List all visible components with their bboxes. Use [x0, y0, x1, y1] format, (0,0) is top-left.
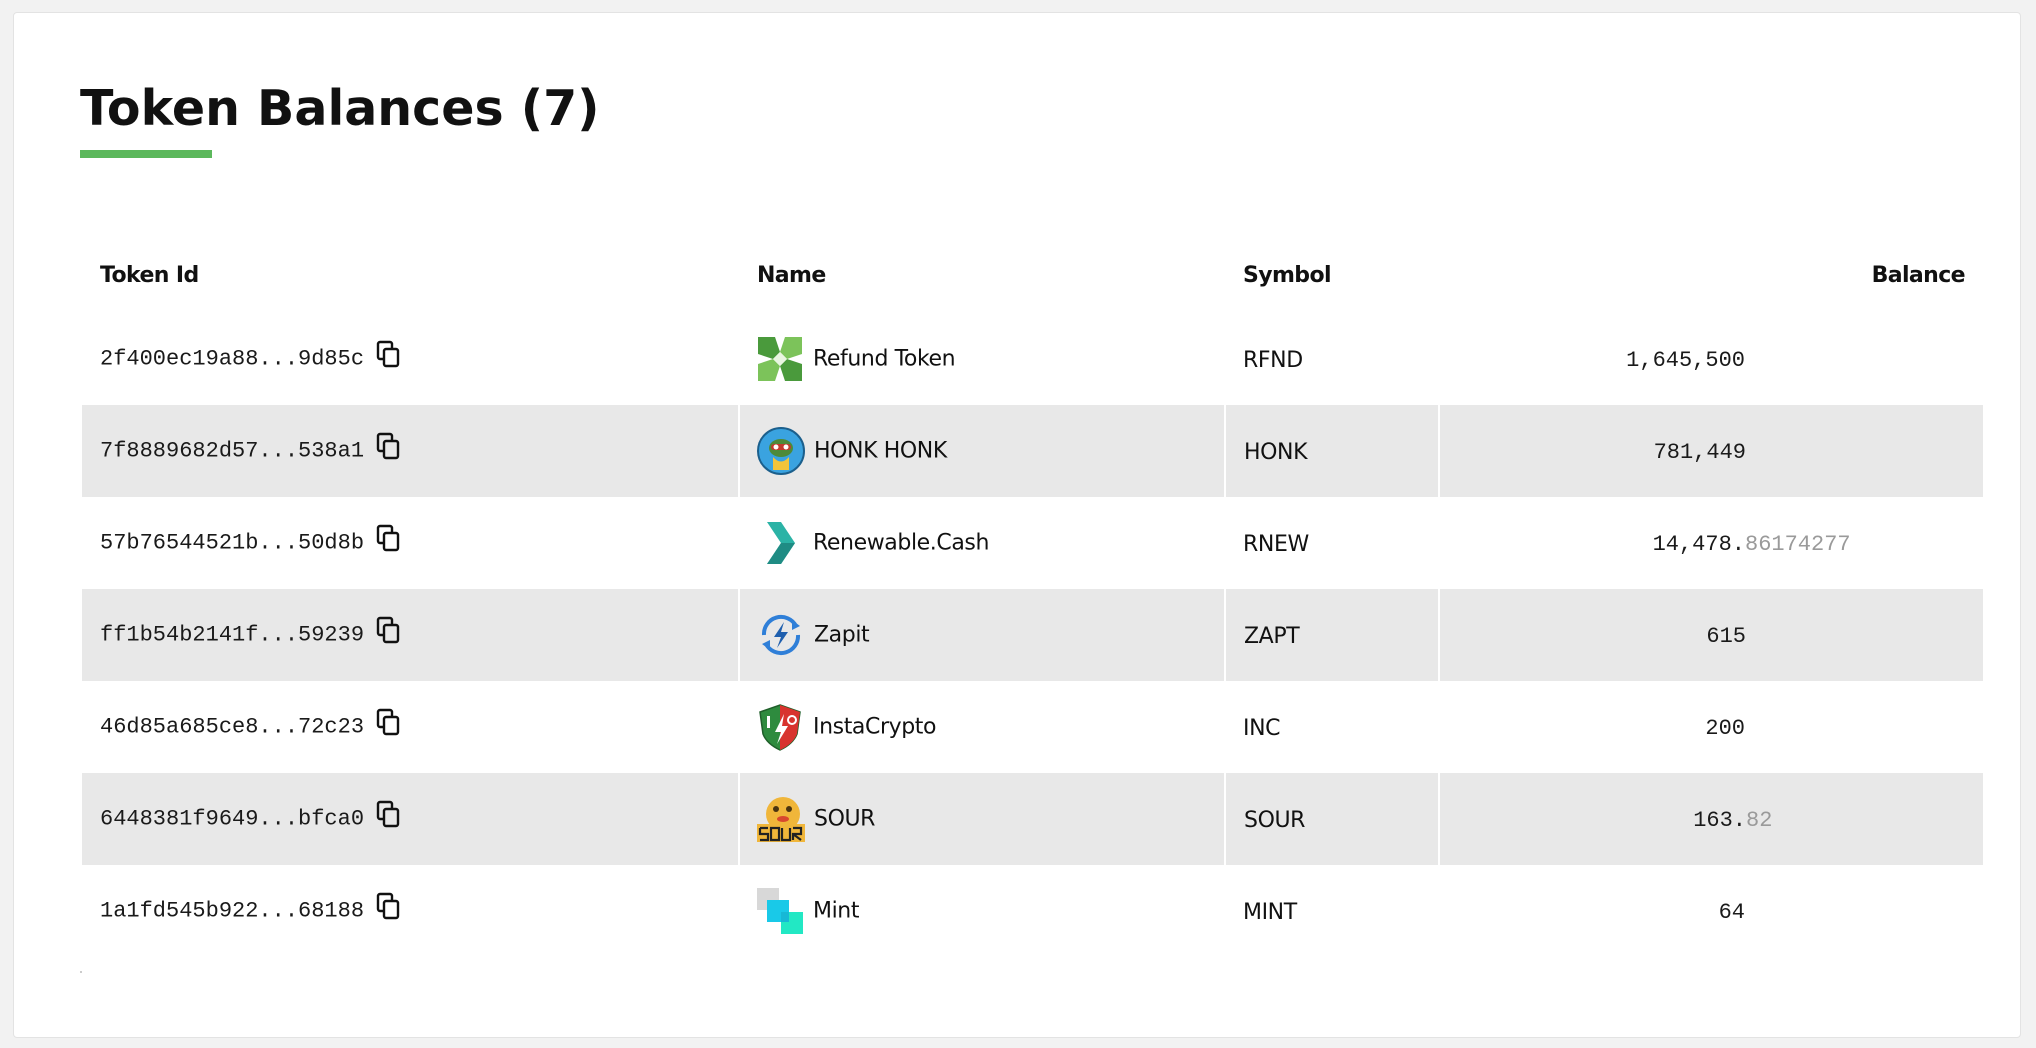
copy-icon[interactable]: [376, 340, 402, 374]
page-title: Token Balances (7): [80, 80, 600, 137]
table-header-row: Token Id Name Symbol Balance: [82, 237, 1983, 313]
token-balance: 1,645,500: [1457, 345, 1889, 373]
token-id[interactable]: 2f400ec19a88...9d85c: [100, 347, 364, 372]
token-symbol: RFND: [1243, 347, 1303, 373]
token-symbol: ZAPT: [1244, 623, 1300, 649]
token-balance: 615: [1458, 621, 1890, 649]
header-symbol: Symbol: [1243, 262, 1332, 288]
mint-icon: [755, 886, 805, 936]
token-symbol: INC: [1243, 715, 1281, 741]
balance-fraction: 82: [1746, 808, 1773, 833]
copy-icon[interactable]: [376, 800, 402, 834]
table-row: 6448381f9649...bfca0 SOUR SOUR 163.82: [82, 773, 1983, 865]
header-token-id: Token Id: [100, 262, 199, 288]
token-id[interactable]: 6448381f9649...bfca0: [100, 807, 364, 832]
copy-icon[interactable]: [376, 524, 402, 558]
table-row: 7f8889682d57...538a1 HONK HONK HONK 781,…: [82, 405, 1983, 497]
token-balance: 200: [1457, 713, 1889, 741]
balance-integer: 781,449: [1653, 440, 1746, 465]
balance-integer: 64: [1718, 900, 1745, 925]
token-balance: 14,478.86174277: [1457, 529, 1889, 557]
instacrypto-icon: [755, 702, 805, 752]
token-balance: 781,449: [1458, 437, 1890, 465]
balance-integer: 14,478.: [1652, 532, 1745, 557]
honk-honk-icon: [756, 426, 806, 476]
token-name[interactable]: Zapit: [814, 623, 870, 648]
copy-icon[interactable]: [376, 616, 402, 650]
sour-icon: [756, 794, 806, 844]
table-row: 46d85a685ce8...72c23 InstaCrypto INC 200: [82, 681, 1983, 773]
token-name[interactable]: InstaCrypto: [813, 715, 936, 740]
balance-integer: 1,645,500: [1626, 348, 1745, 373]
table-row: 57b76544521b...50d8b Renewable.Cash RNEW…: [82, 497, 1983, 589]
token-id[interactable]: 57b76544521b...50d8b: [100, 531, 364, 556]
token-symbol: HONK: [1244, 439, 1308, 465]
token-symbol: RNEW: [1243, 531, 1309, 557]
token-name[interactable]: HONK HONK: [814, 439, 947, 464]
header-name: Name: [757, 262, 826, 288]
copy-icon[interactable]: [376, 432, 402, 466]
token-balance: 163.82: [1458, 805, 1890, 833]
title-underline: [80, 150, 212, 158]
token-id[interactable]: 46d85a685ce8...72c23: [100, 715, 364, 740]
header-balance: Balance: [1871, 262, 1966, 288]
token-symbol: SOUR: [1244, 807, 1306, 833]
token-symbol: MINT: [1243, 899, 1297, 925]
token-balances-card: Token Balances (7) Token Id Name Symbol …: [13, 12, 2021, 1038]
table-row: ff1b54b2141f...59239 Zapit ZAPT 615: [82, 589, 1983, 681]
refund-token-icon: [755, 334, 805, 384]
balance-integer: 200: [1705, 716, 1745, 741]
token-id[interactable]: 1a1fd545b922...68188: [100, 899, 364, 924]
balance-fraction: 86174277: [1745, 532, 1851, 557]
table-row: 1a1fd545b922...68188 Mint MINT 64: [82, 865, 1983, 957]
token-balance: 64: [1457, 897, 1889, 925]
token-name[interactable]: Mint: [813, 899, 859, 924]
table-row: 2f400ec19a88...9d85c Refund Token RFND 1…: [82, 313, 1983, 405]
token-name[interactable]: Renewable.Cash: [813, 531, 989, 556]
token-id[interactable]: ff1b54b2141f...59239: [100, 623, 364, 648]
balance-integer: 163.: [1693, 808, 1746, 833]
token-id[interactable]: 7f8889682d57...538a1: [100, 439, 364, 464]
copy-icon[interactable]: [376, 708, 402, 742]
zapit-icon: [756, 610, 806, 660]
balance-integer: 615: [1706, 624, 1746, 649]
divider-dot: [80, 971, 82, 973]
token-name[interactable]: SOUR: [814, 807, 875, 832]
copy-icon[interactable]: [376, 892, 402, 926]
token-balances-table: Token Id Name Symbol Balance 2f400ec19a8…: [82, 237, 1983, 957]
token-name[interactable]: Refund Token: [813, 347, 956, 372]
renewable-cash-icon: [755, 518, 805, 568]
